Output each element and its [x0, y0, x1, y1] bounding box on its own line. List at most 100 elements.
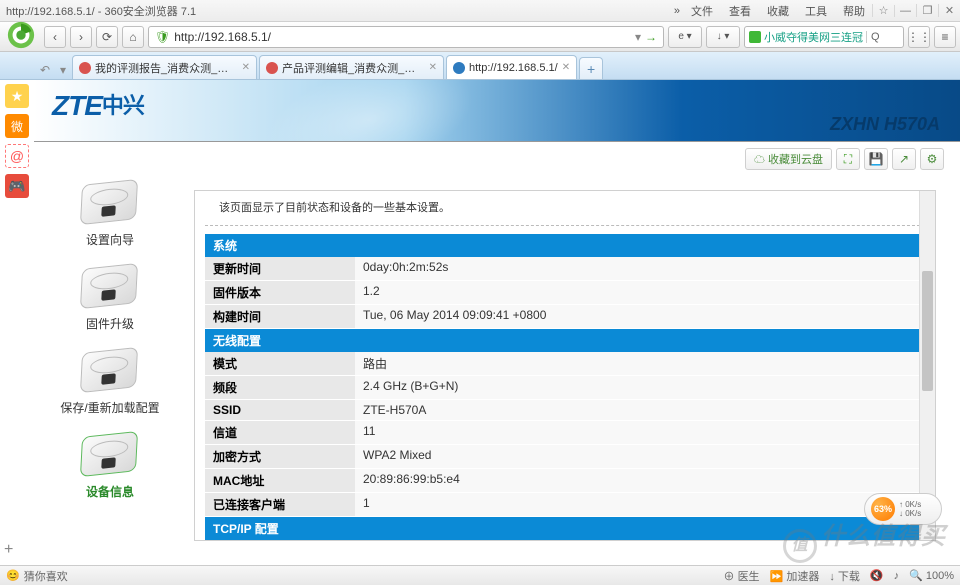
downloads-button[interactable]: ↓ ▾: [706, 26, 740, 48]
status-downloads[interactable]: ↓ 下载: [829, 568, 860, 584]
menu-bar: 文件 查看 收藏 工具 帮助: [684, 1, 872, 21]
section-header: 系统: [205, 234, 925, 257]
share-icon[interactable]: ↗: [892, 148, 916, 170]
favicon-icon: [453, 62, 465, 74]
router-header: ZTE中兴 ZXHN H570A: [34, 80, 960, 142]
search-text[interactable]: 小威夺得美网三连冠: [764, 29, 863, 45]
search-box[interactable]: 小威夺得美网三连冠 Q: [744, 26, 904, 48]
menu-file[interactable]: 文件: [684, 1, 720, 21]
vertical-scrollbar[interactable]: [919, 191, 935, 540]
close-tab-icon[interactable]: ✕: [562, 62, 570, 73]
extensions-grid-icon[interactable]: ⋮⋮: [908, 26, 930, 48]
menu-help[interactable]: 帮助: [836, 1, 872, 21]
status-accelerator[interactable]: ⏩ 加速器: [770, 568, 820, 584]
go-button[interactable]: →: [645, 30, 657, 44]
close-tab-icon[interactable]: ✕: [429, 62, 437, 73]
status-bar: 😊 猜你喜欢 ⊕ 医生 ⏩ 加速器 ↓ 下载 🔇 ♪ 🔍 100%: [0, 565, 960, 585]
row-value: 0day:0h:2m:52s: [355, 257, 925, 281]
panel-description: 该页面显示了目前状态和设备的一些基本设置。: [205, 191, 925, 226]
save-icon[interactable]: 💾: [864, 148, 888, 170]
close-button[interactable]: ✕: [938, 4, 960, 17]
favicon-icon: [266, 62, 278, 74]
add-sidebar-icon[interactable]: +: [4, 541, 13, 559]
fullscreen-icon[interactable]: ⛶: [836, 148, 860, 170]
settings-icon[interactable]: ⚙: [920, 148, 944, 170]
info-row: 构建时间Tue, 06 May 2014 09:09:41 +0800: [205, 305, 925, 329]
speed-widget[interactable]: 63% ↑ 0K/s ↓ 0K/s: [864, 493, 942, 525]
row-key: 加密方式: [205, 445, 355, 469]
sidebar-launcher: ★ 微 @ 🎮: [0, 80, 34, 198]
cloud-save-button[interactable]: ☁ 收藏到云盘: [745, 148, 832, 170]
menu-favorites[interactable]: 收藏: [760, 1, 796, 21]
home-button[interactable]: ⌂: [122, 26, 144, 48]
forward-button[interactable]: ›: [70, 26, 92, 48]
speed-down: ↓ 0K/s: [899, 509, 921, 518]
row-key: 已连接客户端: [205, 493, 355, 517]
search-engine-icon[interactable]: [749, 31, 761, 43]
row-value: 2.4 GHz (B+G+N): [355, 376, 925, 400]
info-row: 更新时间0day:0h:2m:52s: [205, 257, 925, 281]
nav-save-reload-config[interactable]: 保存/重新加载配置: [40, 344, 180, 416]
info-row: SSIDZTE-H570A: [205, 400, 925, 421]
nav-setup-wizard[interactable]: 设置向导: [40, 176, 180, 248]
zte-logo: ZTE中兴: [52, 88, 144, 122]
tab-2[interactable]: 产品评测编辑_消费众测_什么值得买 ✕: [259, 55, 444, 79]
status-doctor[interactable]: ⊕ 医生: [724, 568, 760, 584]
scrollbar-thumb[interactable]: [922, 271, 933, 391]
nav-device-info[interactable]: 设备信息: [40, 428, 180, 500]
at-icon[interactable]: @: [5, 144, 29, 168]
restore-button[interactable]: ❐: [916, 4, 938, 17]
menu-view[interactable]: 查看: [722, 1, 758, 21]
favorites-icon[interactable]: ★: [5, 84, 29, 108]
nav-label: 保存/重新加载配置: [60, 401, 159, 415]
nav-label: 设置向导: [86, 233, 134, 247]
tab-list-dropdown[interactable]: ▾: [54, 61, 72, 79]
model-label: ZXHN H570A: [830, 114, 940, 135]
tab-1[interactable]: 我的评测报告_消费众测_什么值得买 ✕: [72, 55, 257, 79]
device-icon: [75, 260, 145, 312]
info-row: 加密方式WPA2 Mixed: [205, 445, 925, 469]
search-button[interactable]: Q: [866, 31, 880, 43]
tab-undo-button[interactable]: ↶: [36, 61, 54, 79]
address-url[interactable]: http://192.168.5.1/: [174, 30, 631, 44]
row-key: SSID: [205, 400, 355, 421]
browser-logo-icon: [4, 18, 38, 52]
row-value: 11: [355, 421, 925, 445]
info-panel: 该页面显示了目前状态和设备的一些基本设置。 系统更新时间0day:0h:2m:5…: [194, 190, 936, 541]
reload-button[interactable]: ⟳: [96, 26, 118, 48]
info-row: 固件版本1.2: [205, 281, 925, 305]
close-tab-icon[interactable]: ✕: [242, 62, 250, 73]
back-button[interactable]: ‹: [44, 26, 66, 48]
speed-up: ↑ 0K/s: [899, 500, 921, 509]
minimize-button[interactable]: —: [894, 5, 916, 17]
compat-button[interactable]: e ▾: [668, 26, 702, 48]
page-viewport: ZTE中兴 ZXHN H570A ☁ 收藏到云盘 ⛶ 💾 ↗ ⚙ 设置向导 固件…: [34, 80, 960, 565]
info-row: MAC地址20:89:86:99:b5:e4: [205, 469, 925, 493]
row-value: 1.2: [355, 281, 925, 305]
new-tab-button[interactable]: +: [579, 57, 603, 79]
status-mute-icon[interactable]: 🔇: [870, 569, 884, 582]
show-hidden-menus[interactable]: »: [670, 5, 684, 17]
browser-toolbar: ‹ › ⟳ ⌂ 🛡 http://192.168.5.1/ ▾ → e ▾ ↓ …: [0, 22, 960, 52]
main-menu-button[interactable]: ≡: [934, 26, 956, 48]
status-zoom[interactable]: 🔍 100%: [909, 569, 954, 582]
menu-tools[interactable]: 工具: [798, 1, 834, 21]
bookmark-star-icon[interactable]: ☆: [872, 4, 894, 17]
url-dropdown-icon[interactable]: ▾: [635, 30, 641, 44]
nav-firmware-upgrade[interactable]: 固件升级: [40, 260, 180, 332]
game-icon[interactable]: 🎮: [5, 174, 29, 198]
tab-label: 产品评测编辑_消费众测_什么值得买: [282, 60, 425, 76]
status-smile-icon[interactable]: 😊: [6, 569, 20, 582]
tab-3-active[interactable]: http://192.168.5.1/ ✕: [446, 55, 577, 79]
speed-readings: ↑ 0K/s ↓ 0K/s: [899, 500, 921, 518]
device-icon: [75, 428, 145, 480]
address-bar[interactable]: 🛡 http://192.168.5.1/ ▾ →: [148, 26, 664, 48]
row-key: MAC地址: [205, 469, 355, 493]
window-title: http://192.168.5.1/ - 360安全浏览器 7.1: [0, 3, 670, 19]
tab-label: http://192.168.5.1/: [469, 62, 558, 74]
nav-label: 固件升级: [86, 317, 134, 331]
status-sound-icon[interactable]: ♪: [894, 570, 900, 582]
status-recommend[interactable]: 猜你喜欢: [24, 568, 68, 584]
device-icon: [75, 176, 145, 228]
weibo-icon[interactable]: 微: [5, 114, 29, 138]
